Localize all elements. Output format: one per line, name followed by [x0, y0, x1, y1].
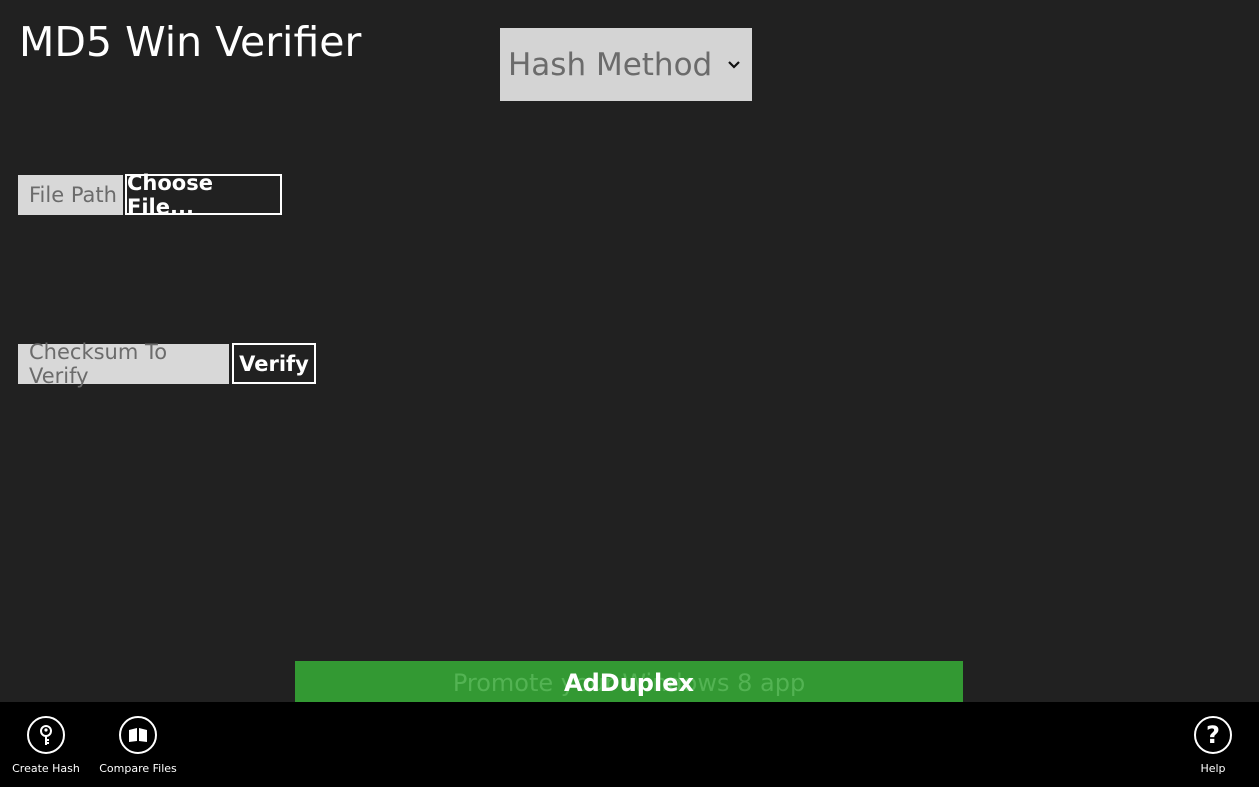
choose-file-button[interactable]: Choose File...	[125, 171, 282, 219]
create-hash-button[interactable]: Create Hash	[12, 716, 80, 775]
help-button[interactable]: ? Help	[1187, 716, 1239, 775]
ad-brand: AdDuplex	[564, 669, 694, 697]
compare-files-icon	[119, 716, 157, 754]
help-label: Help	[1200, 762, 1226, 775]
app-window: MD5 Win Verifier Hash Method File Path C…	[0, 0, 1259, 787]
app-bar: Create Hash Compare Files ? Help	[0, 702, 1259, 787]
ad-banner[interactable]: Promote your Windows 8 app AdDuplex	[295, 661, 963, 702]
compare-files-label: Compare Files	[99, 762, 177, 775]
file-path-field[interactable]: File Path	[18, 175, 123, 215]
hash-method-select[interactable]: Hash Method	[500, 28, 752, 101]
app-title: MD5 Win Verifier	[19, 18, 362, 66]
key-icon	[27, 716, 65, 754]
create-hash-label: Create Hash	[12, 762, 80, 775]
hash-method-label: Hash Method	[508, 46, 713, 83]
help-icon: ?	[1194, 716, 1232, 754]
file-path-placeholder: File Path	[29, 183, 117, 207]
verify-button[interactable]: Verify	[232, 343, 316, 384]
checksum-field[interactable]: Checksum To Verify	[18, 340, 229, 388]
checksum-placeholder: Checksum To Verify	[29, 340, 168, 388]
compare-files-button[interactable]: Compare Files	[99, 716, 177, 775]
chevron-down-icon	[722, 53, 746, 77]
